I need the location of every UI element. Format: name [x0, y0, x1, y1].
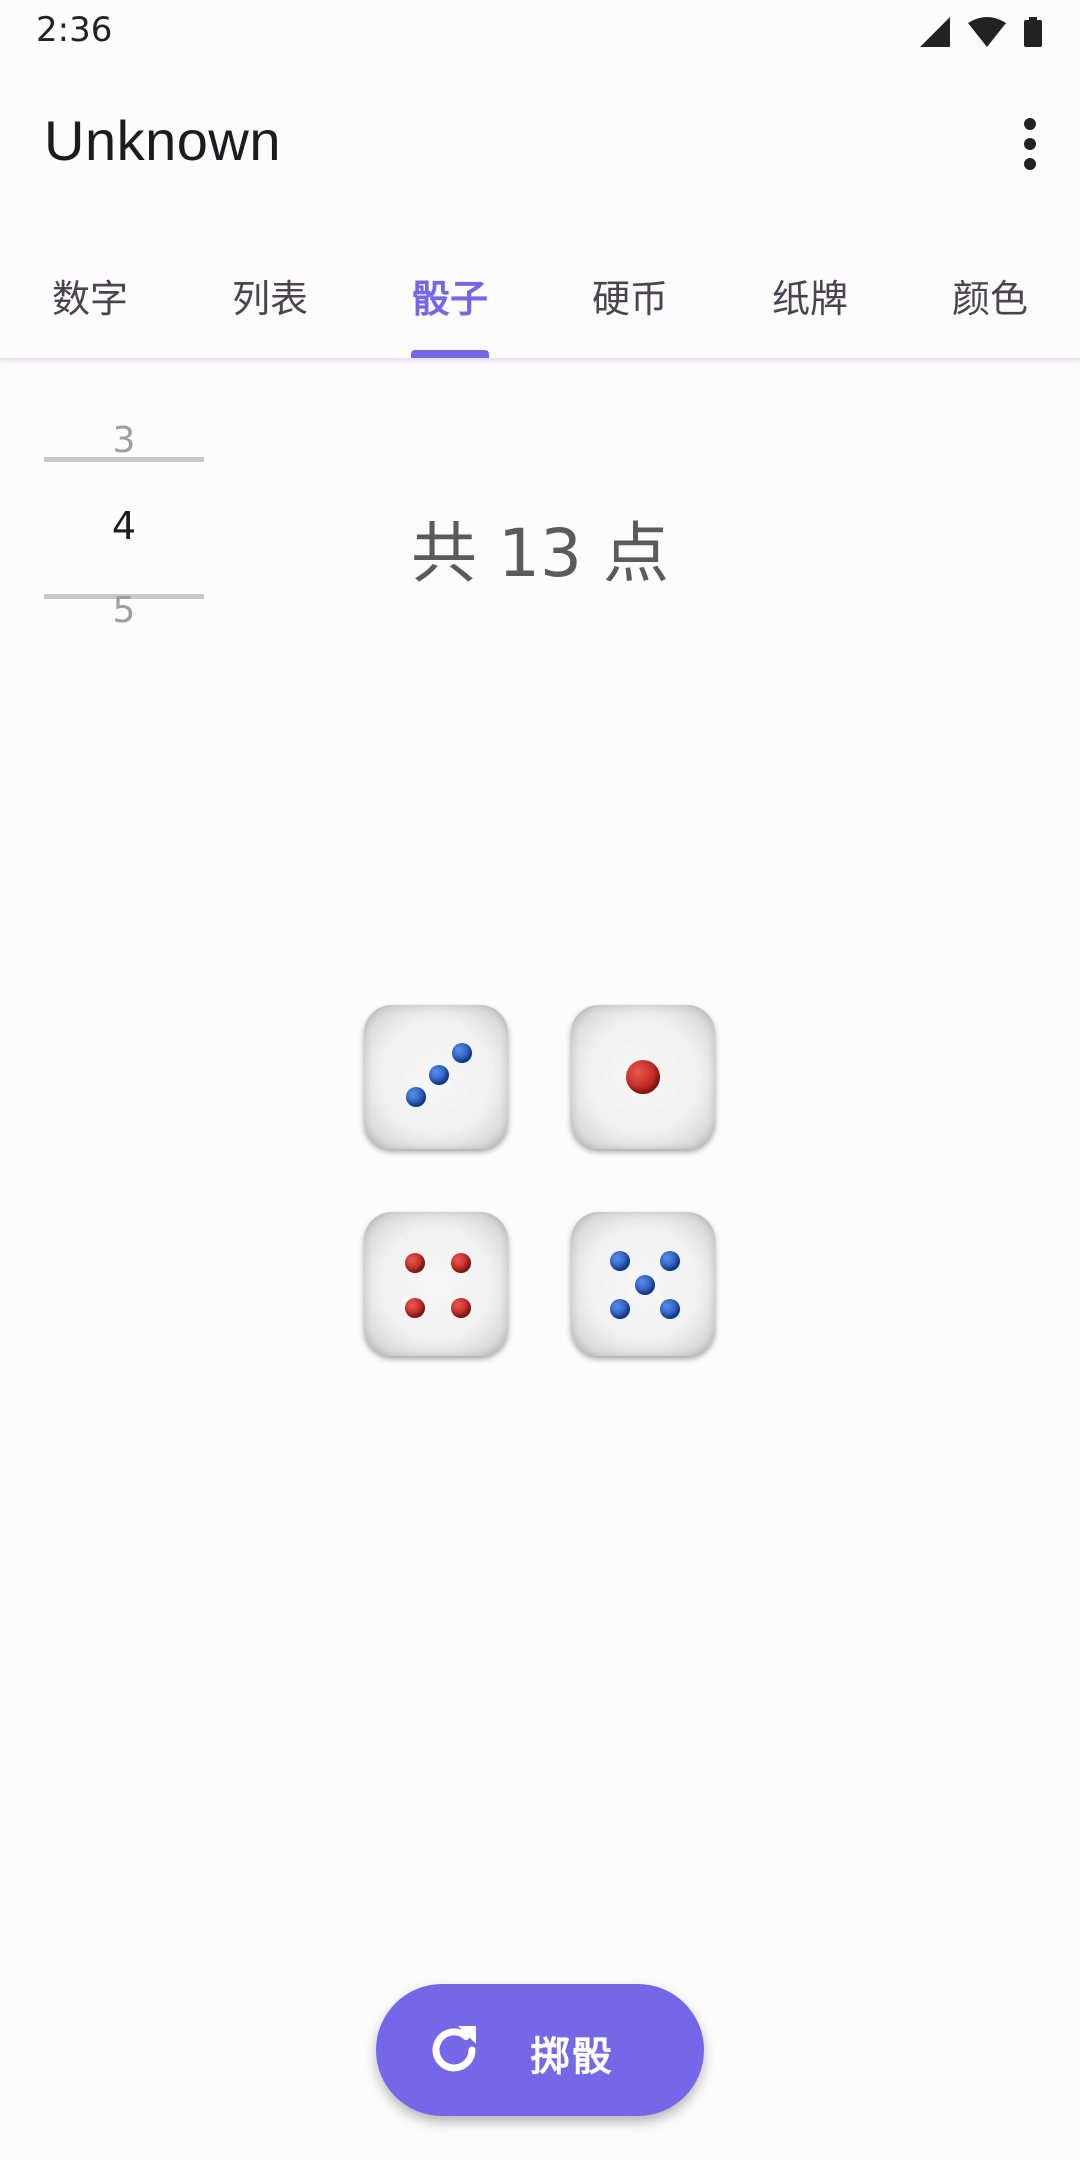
wifi-icon: [968, 17, 1006, 47]
pip: [660, 1299, 680, 1319]
picker-divider-top: [44, 457, 204, 462]
refresh-icon: [432, 2026, 476, 2072]
pip: [451, 1253, 471, 1273]
roll-dice-button[interactable]: 掷骰: [376, 1984, 704, 2116]
pip: [405, 1298, 425, 1318]
pip: [660, 1251, 680, 1271]
tab-color[interactable]: 颜色: [915, 224, 1065, 358]
tab-list[interactable]: 列表: [195, 224, 345, 358]
signal-icon: [920, 17, 950, 47]
battery-icon: [1024, 17, 1042, 47]
dice-count-picker[interactable]: 3 4 5: [44, 400, 204, 650]
roll-dice-label: 掷骰: [530, 2034, 614, 2080]
status-icons: [920, 16, 1042, 48]
die-3: [364, 1212, 508, 1356]
status-bar: 2:36: [0, 0, 1080, 64]
tab-dice[interactable]: 骰子: [375, 224, 525, 358]
pip: [405, 1253, 425, 1273]
pip: [610, 1251, 630, 1271]
more-vert-icon[interactable]: [1018, 116, 1042, 172]
tab-bar: 数字 列表 骰子 硬币 纸牌 颜色: [0, 224, 1080, 360]
app-title: Unknown: [44, 109, 281, 172]
pip: [452, 1043, 472, 1063]
active-tab-indicator: [411, 350, 489, 358]
pip: [610, 1299, 630, 1319]
pip: [406, 1087, 426, 1107]
die-4: [571, 1212, 715, 1356]
app-bar: Unknown: [0, 64, 1080, 224]
status-time: 2:36: [36, 10, 113, 50]
die-1: [364, 1005, 508, 1149]
tab-numbers[interactable]: 数字: [15, 224, 165, 358]
pip: [635, 1275, 655, 1295]
die-2: [571, 1005, 715, 1149]
pip: [451, 1298, 471, 1318]
tab-coin[interactable]: 硬币: [555, 224, 705, 358]
picker-previous-value[interactable]: 3: [44, 420, 204, 461]
tab-cards[interactable]: 纸牌: [735, 224, 885, 358]
dice-total: 共 13 点: [411, 515, 669, 592]
picker-current-value[interactable]: 4: [44, 504, 204, 548]
pip: [429, 1065, 449, 1085]
pip: [626, 1060, 660, 1094]
picker-next-value[interactable]: 5: [44, 590, 204, 631]
